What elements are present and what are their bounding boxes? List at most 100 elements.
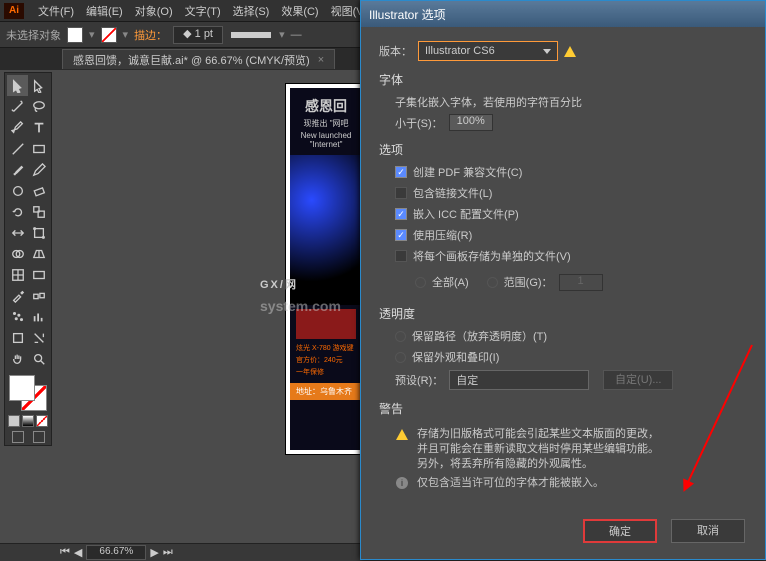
color-mode-gradient[interactable] <box>22 415 34 427</box>
dash-sep: — <box>291 29 302 41</box>
poster-subtitle2: New launched "Internet" <box>290 131 362 149</box>
subset-fonts-label: 子集化嵌入字体，若使用的字符百分比 <box>395 94 747 110</box>
subset-percent-input[interactable]: 100% <box>449 114 493 131</box>
ok-button[interactable]: 确定 <box>583 519 657 543</box>
pen-tool[interactable] <box>7 117 28 138</box>
width-tool[interactable] <box>7 222 28 243</box>
perspective-tool[interactable] <box>28 243 49 264</box>
screen-mode-full[interactable] <box>33 431 45 443</box>
poster-title: 感恩回 <box>290 96 362 116</box>
mesh-tool[interactable] <box>7 264 28 285</box>
zoom-tool[interactable] <box>28 348 49 369</box>
toolbox <box>4 72 52 446</box>
menu-type[interactable]: 文字(T) <box>179 3 227 19</box>
dialog-title: Illustrator 选项 <box>361 1 765 27</box>
preset-label: 预设(R)： <box>395 372 443 388</box>
line-tool[interactable] <box>7 138 28 159</box>
options-heading: 选项 <box>379 141 747 158</box>
menu-file[interactable]: 文件(F) <box>32 3 80 19</box>
eraser-tool[interactable] <box>28 180 49 201</box>
fill-swatch[interactable] <box>67 27 83 43</box>
transparency-heading: 透明度 <box>379 305 747 322</box>
warning-text-3: 另外，将丢弃所有隐藏的外观属性。 <box>417 457 659 472</box>
lasso-tool[interactable] <box>28 96 49 117</box>
gradient-tool[interactable] <box>28 264 49 285</box>
chevron-down-icon <box>543 49 551 54</box>
color-mode-none[interactable] <box>36 415 48 427</box>
app-logo: Ai <box>4 3 24 19</box>
info-icon: i <box>396 477 408 489</box>
graph-tool[interactable] <box>28 306 49 327</box>
color-well[interactable] <box>7 373 49 413</box>
magic-wand-tool[interactable] <box>7 96 28 117</box>
save-artboards-checkbox: 将每个画板存储为单独的文件(V) <box>395 248 747 264</box>
stroke-swatch[interactable] <box>101 27 117 43</box>
embed-icc-checkbox[interactable]: ✓嵌入 ICC 配置文件(P) <box>395 206 747 222</box>
menu-object[interactable]: 对象(O) <box>129 3 179 19</box>
slice-tool[interactable] <box>28 327 49 348</box>
selection-tool[interactable] <box>7 75 28 96</box>
menu-effect[interactable]: 效果(C) <box>275 3 324 19</box>
tab-close-icon[interactable]: × <box>318 54 324 66</box>
less-than-label: 小于(S)： <box>395 115 443 131</box>
symbol-sprayer-tool[interactable] <box>7 306 28 327</box>
menu-select[interactable]: 选择(S) <box>227 3 276 19</box>
blend-tool[interactable] <box>28 285 49 306</box>
brush-tool[interactable] <box>7 159 28 180</box>
poster-price3: 一年保修 <box>296 367 356 377</box>
compression-checkbox[interactable]: ✓使用压缩(R) <box>395 227 747 243</box>
nav-last-icon[interactable]: ⏭ <box>163 546 173 559</box>
stroke-label: 描边： <box>134 27 167 43</box>
direct-select-tool[interactable] <box>28 75 49 96</box>
free-transform-tool[interactable] <box>28 222 49 243</box>
eyedropper-tool[interactable] <box>7 285 28 306</box>
document-tab[interactable]: 感恩回馈，诚意巨献.ai* @ 66.67% (CMYK/预览) × <box>62 49 335 69</box>
include-linked-checkbox: 包含链接文件(L) <box>395 185 747 201</box>
cancel-button[interactable]: 取消 <box>671 519 745 543</box>
hand-tool[interactable] <box>7 348 28 369</box>
warning-icon <box>396 429 408 440</box>
preserve-paths-radio: 保留路径（放弃透明度）(T) <box>395 328 747 344</box>
blob-brush-tool[interactable] <box>7 180 28 201</box>
pencil-tool[interactable] <box>28 159 49 180</box>
stroke-weight-input[interactable]: ◆ 1 pt <box>173 26 223 44</box>
artboard: 感恩回 现推出 "网吧 New launched "Internet" 炫光 X… <box>286 84 366 454</box>
all-radio: 全部(A) <box>415 274 469 290</box>
poster-keyboard <box>296 309 356 339</box>
no-selection-label: 未选择对象 <box>6 27 61 43</box>
preserve-appearance-radio: 保留外观和叠印(I) <box>395 349 747 365</box>
scale-tool[interactable] <box>28 201 49 222</box>
version-label: 版本： <box>379 43 412 59</box>
poster-image <box>290 155 362 305</box>
artboard-tool[interactable] <box>7 327 28 348</box>
version-value: Illustrator CS6 <box>425 45 495 57</box>
warning-text-1: 存储为旧版格式可能会引起某些文本版面的更改， <box>417 427 659 442</box>
custom-preset-button: 自定(U)... <box>603 370 673 390</box>
rectangle-tool[interactable] <box>28 138 49 159</box>
fill-color[interactable] <box>9 375 35 401</box>
zoom-input[interactable]: 66.67% <box>86 545 146 560</box>
menu-edit[interactable]: 编辑(E) <box>80 3 129 19</box>
type-tool[interactable] <box>28 117 49 138</box>
warning-text-2: 并且可能会在重新读取文档时停用某些编辑功能。 <box>417 442 659 457</box>
warning-text-4: 仅包含适当许可位的字体才能被嵌入。 <box>417 476 604 491</box>
poster-artwork: 感恩回 现推出 "网吧 New launched "Internet" 炫光 X… <box>290 88 362 450</box>
illustrator-options-dialog: Illustrator 选项 版本： Illustrator CS6 字体 子集… <box>360 0 766 560</box>
version-dropdown[interactable]: Illustrator CS6 <box>418 41 558 61</box>
color-mode-solid[interactable] <box>8 415 20 427</box>
nav-prev-icon[interactable]: ◀ <box>74 546 82 559</box>
poster-price1: 炫光 X-780 游戏键 <box>296 343 356 353</box>
pdf-compatible-checkbox[interactable]: ✓创建 PDF 兼容文件(C) <box>395 164 747 180</box>
stroke-style[interactable] <box>231 32 271 38</box>
tab-title: 感恩回馈，诚意巨献.ai* @ 66.67% (CMYK/预览) <box>73 52 310 68</box>
shape-builder-tool[interactable] <box>7 243 28 264</box>
screen-mode-normal[interactable] <box>12 431 24 443</box>
canvas[interactable]: 感恩回 现推出 "网吧 New launched "Internet" 炫光 X… <box>76 74 366 514</box>
poster-price2: 官方价：240元 <box>296 355 356 365</box>
nav-next-icon[interactable]: ▶ <box>150 546 158 559</box>
nav-first-icon[interactable]: ⏮ <box>60 546 70 559</box>
fonts-heading: 字体 <box>379 71 747 88</box>
warnings-heading: 警告 <box>379 400 747 417</box>
warning-icon <box>564 46 576 57</box>
rotate-tool[interactable] <box>7 201 28 222</box>
